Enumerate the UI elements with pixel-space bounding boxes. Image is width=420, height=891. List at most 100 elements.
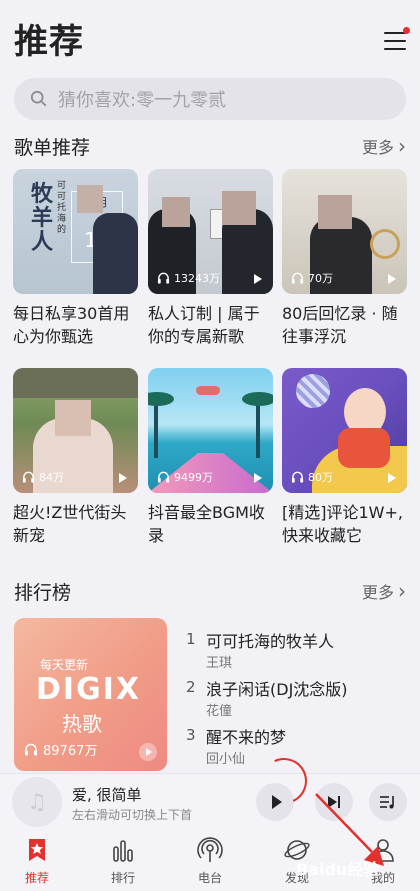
song-title: 醒不来的梦 — [206, 728, 287, 747]
search-bar[interactable]: 猜你喜欢:零一九零贰 — [14, 78, 406, 120]
artist-name: 王琪 — [206, 656, 233, 671]
playlist-title: 私人订制 | 属于你的专属新歌 — [148, 304, 260, 346]
playlist-card[interactable]: 9499万 抖音最全BGM收录 — [148, 368, 273, 547]
playlist-cover: 9499万 — [148, 368, 273, 493]
playlist-card[interactable]: 80万 [精选]评论1W+,快来收藏它 — [282, 368, 407, 547]
headphone-icon — [291, 272, 304, 284]
play-icon[interactable] — [119, 473, 127, 483]
radio-icon — [197, 837, 223, 862]
ranking-item[interactable]: 1 可可托海的牧羊人 王琪 — [186, 630, 416, 678]
headphone-icon — [291, 471, 304, 483]
playlist-card[interactable]: 13243万 私人订制 | 属于你的专属新歌 — [148, 169, 273, 348]
album-art[interactable]: ♫ — [12, 777, 62, 827]
play-count-text: 70万 — [308, 272, 333, 285]
rank-number: 3 — [186, 726, 196, 744]
play-icon[interactable] — [139, 743, 157, 761]
header: 推荐 — [0, 0, 420, 72]
play-icon[interactable] — [254, 274, 262, 284]
background-fence — [13, 368, 138, 398]
ranking-name: 热歌 — [62, 712, 102, 736]
playlist-title: 每日私享30首用心为你甄选 — [13, 304, 130, 346]
ranking-item[interactable]: 2 浪子闲话(DJ沈念版) 花僮 — [186, 678, 416, 726]
page-title: 推荐 — [14, 22, 84, 62]
search-icon — [30, 90, 47, 107]
music-note-icon: ♫ — [27, 789, 47, 815]
ranking-tag: 每天更新 — [40, 658, 89, 672]
play-count: 80万 — [291, 469, 333, 485]
play-count-text: 80万 — [308, 471, 333, 484]
tab-label: 排行 — [110, 871, 135, 885]
playlist-title: 抖音最全BGM收录 — [148, 503, 265, 545]
palm-tree — [256, 398, 260, 458]
cover-vertical-text: 牧羊人 — [31, 182, 54, 255]
playlist-card[interactable]: 84万 超火!Z世代街头新宠 — [13, 368, 138, 547]
more-label: 更多 — [361, 138, 394, 157]
section-title: 排行榜 — [14, 581, 72, 604]
blurred-face — [77, 185, 103, 213]
playlist-cover: 80万 — [282, 368, 407, 493]
playlist-title: 超火!Z世代街头新宠 — [13, 503, 127, 545]
disco-ball — [296, 374, 330, 408]
star-bookmark-icon — [29, 839, 45, 861]
tab-ranking[interactable]: 排行 — [88, 837, 158, 886]
watermark-text: Baidu经验 — [296, 860, 380, 879]
rank-number: 1 — [186, 630, 196, 648]
play-count-text: 9499万 — [174, 471, 213, 484]
blurred-face — [55, 400, 91, 436]
tab-label: 推荐 — [24, 871, 49, 885]
playlist-card[interactable]: 70万 80后回忆录 · 随往事浮沉 — [282, 169, 407, 348]
song-title: 可可托海的牧羊人 — [206, 632, 335, 651]
palm-leaves — [242, 392, 273, 406]
headphone-icon — [157, 272, 170, 284]
playlist-card[interactable]: 牧羊人 可可托海的 二月 16 每日私享30首用心为你甄选 — [13, 169, 138, 348]
notification-dot — [403, 27, 410, 34]
ranking-cover[interactable]: 每天更新 DIGIX 热歌 89767万 — [14, 618, 167, 771]
palm-tree — [154, 398, 158, 458]
swipe-hint: 左右滑动可切换上下首 — [72, 808, 193, 822]
more-link[interactable]: 更多 › — [362, 134, 406, 158]
headphone-icon — [22, 471, 35, 483]
tab-label: 电台 — [197, 871, 222, 885]
playlist-cover: 牧羊人 可可托海的 二月 16 — [13, 169, 138, 294]
play-count-text: 84万 — [39, 471, 64, 484]
rank-number: 2 — [186, 678, 196, 696]
cartoon-shirt — [338, 428, 390, 468]
ranking-list: 1 可可托海的牧羊人 王琪 2 浪子闲话(DJ沈念版) 花僮 3 醒不来的梦 回… — [186, 630, 416, 774]
artist-name: 回小仙 — [206, 752, 246, 767]
song-title: 浪子闲话(DJ沈念版) — [206, 680, 348, 699]
playlist-title: 80后回忆录 · 随往事浮沉 — [282, 304, 398, 346]
blurred-face — [222, 191, 256, 225]
more-label: 更多 — [361, 583, 394, 602]
play-icon[interactable] — [388, 473, 396, 483]
play-count: 70万 — [291, 270, 333, 286]
play-count: 89767万 — [24, 740, 97, 759]
play-icon[interactable] — [254, 473, 262, 483]
playlist-cover: 13243万 — [148, 169, 273, 294]
headphone-icon — [25, 743, 37, 756]
chevron-right-icon: › — [398, 134, 406, 158]
search-placeholder: 猜你喜欢:零一九零贰 — [58, 90, 227, 111]
tab-radio[interactable]: 电台 — [175, 837, 245, 886]
bars-icon — [113, 840, 133, 862]
blimp — [196, 386, 220, 395]
cover-label: 可可托海的 — [57, 181, 67, 235]
section-title: 歌单推荐 — [14, 136, 91, 159]
chevron-right-icon: › — [398, 579, 406, 603]
more-link[interactable]: 更多 › — [362, 579, 406, 603]
tab-recommend[interactable]: 推荐 — [2, 837, 72, 886]
palm-leaves — [148, 392, 174, 406]
guitar-body — [370, 229, 400, 259]
play-icon[interactable] — [388, 274, 396, 284]
now-playing-title: 爱, 很简单 — [72, 786, 142, 804]
headphone-icon — [157, 471, 170, 483]
artist-name: 花僮 — [206, 704, 233, 719]
play-count: 84万 — [22, 469, 64, 485]
play-count-text: 13243万 — [174, 272, 220, 285]
playlist-title: [精选]评论1W+,快来收藏它 — [282, 503, 403, 545]
playlist-cover: 84万 — [13, 368, 138, 493]
blurred-face — [162, 197, 190, 227]
ranking-brand: DIGIX — [36, 672, 141, 707]
ranking-header: 排行榜 更多 › — [14, 578, 406, 604]
menu-icon[interactable] — [384, 27, 410, 50]
playlist-cover: 70万 — [282, 169, 407, 294]
